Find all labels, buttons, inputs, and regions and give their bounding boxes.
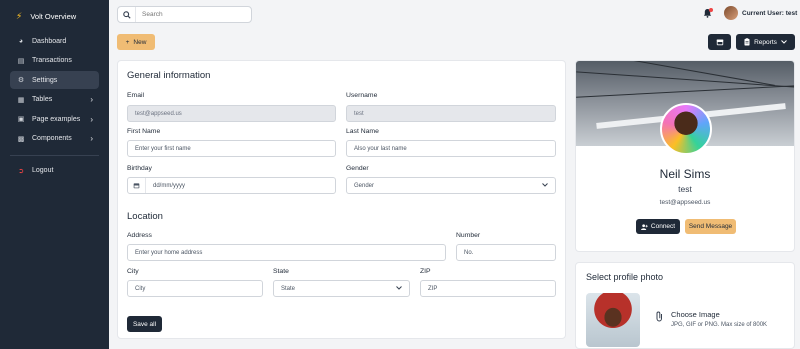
sidebar-item-label: Tables xyxy=(32,96,53,103)
chevron-right-icon: › xyxy=(90,114,93,124)
profile-photo-card: Select profile photo Choose Image JPG, G… xyxy=(575,262,795,349)
profile-username: test xyxy=(678,184,692,194)
gender-selected-value: Gender xyxy=(354,182,375,189)
gender-select[interactable]: Gender xyxy=(346,177,556,194)
calendar-icon xyxy=(128,178,146,193)
email-label: Email xyxy=(127,92,144,99)
brand-label: Volt Overview xyxy=(30,11,77,21)
state-select[interactable]: State xyxy=(273,280,410,297)
sidebar-item-label: Transactions xyxy=(32,57,72,64)
general-info-card: General information Email test@appseed.u… xyxy=(117,60,566,339)
choose-image-button[interactable]: Choose Image xyxy=(671,310,720,319)
notification-dot xyxy=(709,8,713,12)
file-icon: ▣ xyxy=(17,116,25,123)
user-menu[interactable]: Current User: test xyxy=(724,6,797,20)
avatar xyxy=(724,6,738,20)
address-label: Address xyxy=(127,232,152,239)
notifications-button[interactable] xyxy=(703,8,713,20)
chevron-right-icon: › xyxy=(90,95,93,104)
sidebar-item-label: Page examples xyxy=(32,115,81,123)
credit-card-icon: ▤ xyxy=(17,57,25,65)
sidebar-item-logout[interactable]: ➲ Logout xyxy=(10,162,99,180)
general-info-title: General information xyxy=(127,70,211,81)
reports-button-label: Reports xyxy=(754,38,777,46)
topbar: Current User: test xyxy=(109,0,800,30)
save-all-button[interactable]: Save all xyxy=(127,316,162,332)
sidebar-divider xyxy=(10,154,99,156)
profile-avatar xyxy=(660,103,712,155)
city-field[interactable]: City xyxy=(127,280,263,297)
sidebar-nav: ◕ Dashboard ▤ Transactions ⚙ Settings ▦ … xyxy=(0,32,109,148)
sidebar-item-components[interactable]: ▩ Components › xyxy=(10,130,99,148)
paperclip-icon[interactable] xyxy=(655,311,664,324)
sidebar-item-label: Settings xyxy=(32,76,58,84)
profile-email: test@appseed.us xyxy=(659,199,711,206)
new-button[interactable]: + New xyxy=(117,34,155,50)
address-field[interactable]: Enter your home address xyxy=(127,244,446,261)
profile-photo-title: Select profile photo xyxy=(586,272,664,282)
clipboard-icon xyxy=(744,38,750,46)
table-icon: ▦ xyxy=(17,96,25,104)
last-name-label: Last Name xyxy=(346,128,379,135)
sidebar-item-label: Components xyxy=(32,135,72,142)
last-name-field[interactable]: Also your last name xyxy=(346,140,556,157)
sidebar-item-settings[interactable]: ⚙ Settings xyxy=(10,71,99,89)
profile-name: Neil Sims xyxy=(659,167,711,181)
zip-field[interactable]: ZIP xyxy=(420,280,556,297)
number-label: Number xyxy=(456,232,481,239)
connect-button-label: Connect xyxy=(650,223,676,230)
chevron-right-icon: › xyxy=(90,134,93,143)
chart-pie-icon: ◕ xyxy=(18,37,24,45)
logout-icon: ➲ xyxy=(18,167,24,175)
search-box xyxy=(117,6,252,23)
state-label: State xyxy=(273,268,289,275)
profile-card: Neil Sims test test@appseed.us Connect S… xyxy=(575,60,795,252)
chevron-down-icon xyxy=(781,40,787,44)
calendar-button[interactable] xyxy=(708,34,731,50)
user-add-icon xyxy=(640,223,648,230)
send-message-button[interactable]: Send Message xyxy=(685,219,736,234)
reports-button[interactable]: Reports xyxy=(736,34,795,50)
first-name-field[interactable]: Enter your first name xyxy=(127,140,336,157)
bolt-icon: ⚡︎ xyxy=(16,10,23,21)
gear-icon: ⚙ xyxy=(17,77,25,84)
sidebar-item-dashboard[interactable]: ◕ Dashboard xyxy=(10,32,99,50)
new-button-label: New xyxy=(133,38,147,46)
chevron-down-icon xyxy=(396,285,402,292)
birthday-field[interactable]: dd/mm/yyyy xyxy=(127,177,336,194)
city-label: City xyxy=(127,268,139,275)
plus-icon: + xyxy=(125,38,130,46)
brand[interactable]: ⚡︎ Volt Overview xyxy=(0,0,109,32)
sidebar-item-label: Logout xyxy=(32,167,54,174)
sidebar-item-tables[interactable]: ▦ Tables › xyxy=(10,91,99,109)
connect-button[interactable]: Connect xyxy=(636,219,680,234)
username-label: Username xyxy=(346,92,378,99)
location-title: Location xyxy=(127,211,163,222)
sidebar: ⚡︎ Volt Overview ◕ Dashboard ▤ Transacti… xyxy=(0,0,109,349)
search-input[interactable] xyxy=(136,11,236,18)
profile-photo-thumbnail xyxy=(586,293,640,347)
chevron-down-icon xyxy=(542,182,548,189)
sidebar-item-transactions[interactable]: ▤ Transactions xyxy=(10,52,99,70)
username-field[interactable]: test xyxy=(346,105,556,122)
gender-label: Gender xyxy=(346,165,369,172)
birthday-label: Birthday xyxy=(127,165,152,172)
state-selected-value: State xyxy=(281,285,296,292)
sidebar-item-label: Dashboard xyxy=(32,37,67,45)
calendar-icon xyxy=(716,39,723,46)
email-field[interactable]: test@appseed.us xyxy=(127,105,336,122)
box-icon: ▩ xyxy=(17,135,25,143)
number-field[interactable]: No. xyxy=(456,244,556,261)
zip-label: ZIP xyxy=(420,268,431,275)
search-icon xyxy=(118,7,136,22)
file-hint: JPG, GIF or PNG. Max size of 800K xyxy=(671,322,768,328)
current-user-label: Current User: test xyxy=(742,9,798,17)
sidebar-item-page-examples[interactable]: ▣ Page examples › xyxy=(10,110,99,128)
first-name-label: First Name xyxy=(127,128,161,135)
birthday-placeholder: dd/mm/yyyy xyxy=(153,182,186,189)
